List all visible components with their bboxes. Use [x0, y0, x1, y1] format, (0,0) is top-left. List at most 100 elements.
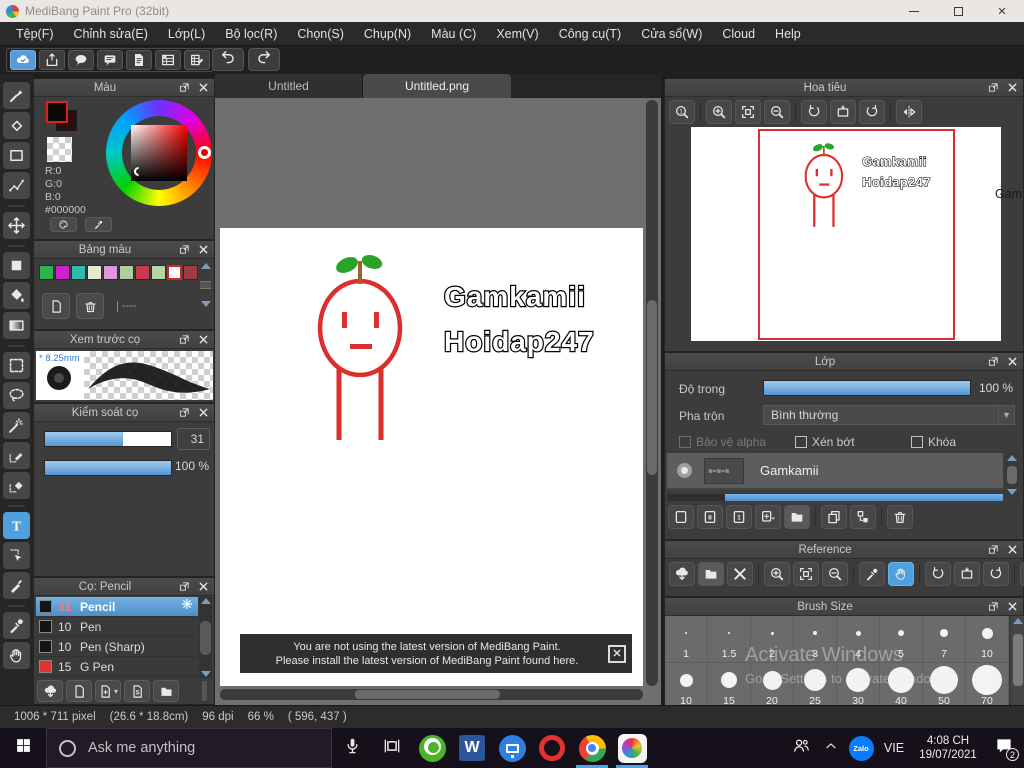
taskbar-app-chrome[interactable] — [572, 728, 612, 768]
layer-horizontal-scrollbar[interactable] — [667, 494, 1003, 501]
language-indicator[interactable]: VIE — [876, 741, 912, 755]
palette-swatch-5[interactable] — [119, 265, 134, 280]
close-icon[interactable] — [1004, 543, 1020, 557]
scroll-down-icon[interactable] — [200, 301, 211, 307]
palette-swatch-1[interactable] — [55, 265, 70, 280]
popout-icon[interactable] — [985, 81, 1001, 95]
brush-size-70[interactable]: 70 — [966, 663, 1009, 710]
gear-icon[interactable] — [180, 597, 194, 616]
brush-size-3[interactable]: 3 — [794, 616, 837, 663]
popout-icon[interactable] — [176, 333, 192, 347]
brush-size-10[interactable]: 10 — [966, 616, 1009, 663]
layer-1bit-button[interactable]: 1 — [726, 505, 752, 529]
brush-row-pencil[interactable]: 31 Pencil — [36, 597, 198, 617]
maximize-button[interactable] — [936, 0, 980, 22]
rotate-cw-button[interactable] — [983, 562, 1009, 586]
new-layer-button[interactable] — [668, 505, 694, 529]
transparent-color-swatch[interactable] — [47, 137, 72, 162]
color-wheel[interactable] — [106, 100, 212, 206]
canvas-horizontal-scrollbar[interactable] — [220, 689, 643, 700]
eyedropper-button[interactable] — [859, 562, 885, 586]
brush-size-slider[interactable] — [44, 431, 172, 447]
zoom-out-button[interactable] — [764, 100, 790, 124]
menu-item-3[interactable]: Bộ lọc(R) — [215, 22, 287, 46]
brush-size-20[interactable]: 20 — [751, 663, 794, 710]
eyedropper-button[interactable] — [85, 217, 112, 232]
task-view-button[interactable] — [372, 728, 412, 768]
menu-item-2[interactable]: Lớp(L) — [158, 22, 215, 46]
palette-swatch-4[interactable] — [103, 265, 118, 280]
speech-bubble-button[interactable] — [68, 50, 94, 70]
foreground-color-swatch[interactable] — [46, 101, 68, 123]
cloud-down-button[interactable] — [669, 562, 695, 586]
popout-icon[interactable] — [985, 355, 1001, 369]
clipping-checkbox[interactable]: Xén bớt — [795, 435, 855, 449]
taskbar-app-medibang[interactable] — [612, 728, 652, 768]
brush-size-4[interactable]: 4 — [837, 616, 880, 663]
palette-swatch-3[interactable] — [87, 265, 102, 280]
redo-button[interactable] — [248, 48, 280, 71]
zoom-in-button[interactable] — [764, 562, 790, 586]
palette-swatch-6[interactable] — [135, 265, 150, 280]
close-icon[interactable] — [195, 81, 211, 95]
trash-button[interactable] — [76, 293, 104, 319]
tab-untitled[interactable]: Untitled — [215, 74, 363, 98]
rotate-reset-button[interactable] — [954, 562, 980, 586]
palette-scrollbar[interactable] — [199, 263, 212, 307]
zoom-out-button[interactable] — [822, 562, 848, 586]
zoom-actual-button[interactable]: 1 — [669, 100, 695, 124]
sv-selector[interactable] — [132, 165, 145, 178]
brush-size-25[interactable]: 25 — [794, 663, 837, 710]
blend-mode-select[interactable]: Bình thường ▼ — [763, 405, 1015, 425]
tool-shape-rect[interactable] — [3, 142, 30, 169]
tool-magic-wand[interactable] — [3, 412, 30, 439]
doc-add-button[interactable]: ▾ — [95, 680, 121, 702]
brush-size-10[interactable]: 10 — [665, 663, 708, 710]
tool-select-lasso[interactable] — [3, 382, 30, 409]
popout-icon[interactable] — [985, 600, 1001, 614]
tool-bucket[interactable] — [3, 282, 30, 309]
tool-eyedropper[interactable] — [3, 612, 30, 639]
close-icon[interactable] — [195, 406, 211, 420]
tool-pen-stick[interactable] — [3, 572, 30, 599]
grid-edit-button[interactable] — [184, 50, 210, 70]
brush-size-15[interactable]: 15 — [708, 663, 751, 710]
new-doc-button[interactable] — [66, 680, 92, 702]
hand-button[interactable] — [888, 562, 914, 586]
navigator-preview[interactable]: Gamkamii Hoidap247 Gam — [691, 127, 1022, 341]
menu-item-1[interactable]: Chỉnh sửa(E) — [64, 22, 158, 46]
rotate-cw-button[interactable] — [859, 100, 885, 124]
publish-button[interactable] — [39, 50, 65, 70]
brush-row-pen[interactable]: 10 Pen — [36, 617, 198, 637]
notification-close-icon[interactable]: ✕ — [608, 644, 626, 663]
brush-list-scrollbar[interactable] — [199, 597, 212, 678]
new-doc-button[interactable] — [42, 293, 70, 319]
flip-h-button[interactable] — [1020, 562, 1024, 586]
popout-icon[interactable] — [176, 580, 192, 594]
search-box[interactable]: Ask me anything — [46, 728, 332, 768]
people-button[interactable] — [786, 728, 816, 768]
tab-untitled-png[interactable]: Untitled.png — [363, 74, 511, 98]
menu-item-6[interactable]: Màu (C) — [421, 22, 486, 46]
taskbar-app-coccoc[interactable] — [412, 728, 452, 768]
folder-button[interactable] — [784, 505, 810, 529]
popout-icon[interactable] — [176, 406, 192, 420]
tool-hand[interactable] — [3, 642, 30, 669]
palette-button[interactable] — [50, 217, 77, 232]
menu-item-7[interactable]: Xem(V) — [486, 22, 548, 46]
menu-item-8[interactable]: Công cụ(T) — [549, 22, 632, 46]
taskbar-app-word[interactable]: W — [452, 728, 492, 768]
brush-row-pen-sharp-[interactable]: 10 Pen (Sharp) — [36, 637, 198, 657]
menu-item-11[interactable]: Help — [765, 22, 811, 46]
brush-size-scrollbar[interactable] — [1011, 616, 1024, 706]
tool-move[interactable] — [3, 212, 30, 239]
palette-swatch-9[interactable] — [183, 265, 198, 280]
tool-control-points[interactable] — [3, 172, 30, 199]
tool-select-marquee[interactable] — [3, 352, 30, 379]
brush-row-g-pen[interactable]: 15 G Pen — [36, 657, 198, 677]
protect-alpha-checkbox[interactable]: Bảo vệ alpha — [679, 435, 766, 449]
close-button[interactable]: ✕ — [980, 0, 1024, 22]
brush-size-2[interactable]: 2 — [751, 616, 794, 663]
menu-item-5[interactable]: Chụp(N) — [354, 22, 421, 46]
canvas-vertical-scrollbar[interactable] — [646, 100, 658, 686]
